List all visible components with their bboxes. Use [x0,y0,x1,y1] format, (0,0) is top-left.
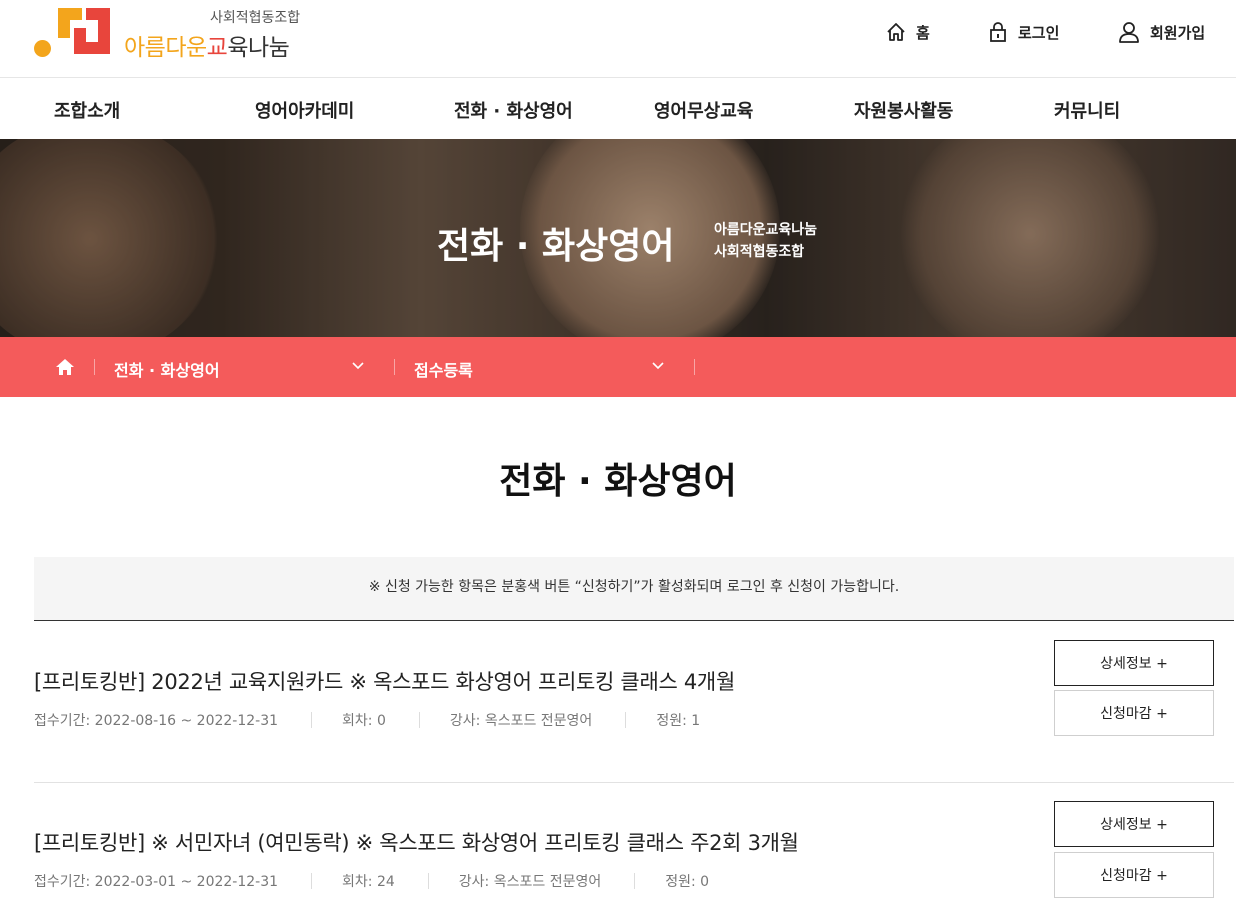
user-icon [1119,22,1139,43]
course-capacity: 정원: 0 [665,874,710,890]
location-divider [694,359,695,375]
course-teacher: 강사: 옥스포드 전문영어 [458,874,602,890]
apply-closed-button[interactable]: 신청마감 + [1054,690,1214,736]
lock-icon [990,22,1006,42]
nav-item-free-education[interactable]: 영어무상교육 [654,97,753,123]
site-logo[interactable]: 사회적협동조합 아름다운교육나눔 [34,6,324,62]
detail-button[interactable]: 상세정보 + [1054,640,1214,686]
util-home-link[interactable]: 홈 [886,20,930,44]
course-title[interactable]: [프리토킹반] ※ 서민자녀 (여민동락) ※ 옥스포드 화상영어 프리토킹 클… [34,827,799,857]
meta-separator [634,873,636,889]
util-home-label: 홈 [916,23,930,42]
course-meta: 접수기간: 2022-03-01 ~ 2022-12-31 회차: 24 강사:… [34,871,709,891]
util-login-label: 로그인 [1018,23,1060,42]
home-icon[interactable] [55,357,75,377]
nav-item-about[interactable]: 조합소개 [54,97,120,123]
course-period: 접수기간: 2022-08-16 ~ 2022-12-31 [34,713,279,729]
nav-item-community[interactable]: 커뮤니티 [1054,97,1120,123]
course-meta: 접수기간: 2022-08-16 ~ 2022-12-31 회차: 0 강사: … [34,710,700,730]
logo-text-part3: 육나눔 [227,35,290,61]
location-depth1[interactable]: 전화 · 화상영어 [114,357,220,381]
course-divider [34,782,1234,783]
logo-dot [34,40,51,57]
meta-separator [311,873,313,889]
location-divider [394,359,395,375]
course-period: 접수기간: 2022-03-01 ~ 2022-12-31 [34,874,279,890]
location-divider [94,359,95,375]
course-teacher: 강사: 옥스포드 전문영어 [449,713,593,729]
banner-subtitle: 아름다운교육나눔 사회적협동조합 [714,219,817,263]
sub-visual-banner: 전화 · 화상영어 아름다운교육나눔 사회적협동조합 [0,139,1236,337]
main-navigation: 조합소개 영어아카데미 전화 · 화상영어 영어무상교육 자원봉사활동 커뮤니티 [0,79,1236,139]
nav-item-phone-video-english[interactable]: 전화 · 화상영어 [454,97,573,123]
notice-box: ※ 신청 가능한 항목은 분홍색 버튼 “신청하기”가 활성화되며 로그인 후 … [34,557,1234,621]
logo-subtitle: 사회적협동조합 [210,10,301,26]
apply-closed-button[interactable]: 신청마감 + [1054,852,1214,898]
nav-item-academy[interactable]: 영어아카데미 [255,97,354,123]
chevron-down-icon[interactable] [652,362,664,370]
banner-subtitle-line1: 아름다운교육나눔 [714,222,818,238]
course-sessions: 회차: 24 [342,874,395,890]
logo-mark-icon [58,8,110,54]
nav-item-volunteer[interactable]: 자원봉사활동 [854,97,953,123]
location-depth2[interactable]: 접수등록 [414,357,473,381]
course-capacity: 정원: 1 [656,713,701,729]
logo-text-part2: 교 [206,35,228,61]
logo-text: 아름다운교육나눔 [124,28,290,62]
site-header: 사회적협동조합 아름다운교육나눔 홈 로그인 회원가입 [0,0,1236,78]
location-bar: 전화 · 화상영어 접수등록 [0,337,1236,397]
util-login-link[interactable]: 로그인 [988,20,1059,44]
page-title: 전화 · 화상영어 [499,461,737,502]
banner-title: 전화 · 화상영어 [437,226,675,267]
meta-separator [311,712,313,728]
course-sessions: 회차: 0 [342,713,386,729]
home-icon [887,23,905,41]
detail-button[interactable]: 상세정보 + [1054,801,1214,847]
util-signup-label: 회원가입 [1150,23,1206,42]
meta-separator [625,712,627,728]
util-signup-link[interactable]: 회원가입 [1118,20,1205,44]
course-title[interactable]: [프리토킹반] 2022년 교육지원카드 ※ 옥스포드 화상영어 프리토킹 클래… [34,666,735,696]
logo-text-part1: 아름다운 [124,35,207,61]
meta-separator [427,873,429,889]
meta-separator [418,712,420,728]
chevron-down-icon[interactable] [352,362,364,370]
banner-subtitle-line2: 사회적협동조합 [714,244,805,260]
